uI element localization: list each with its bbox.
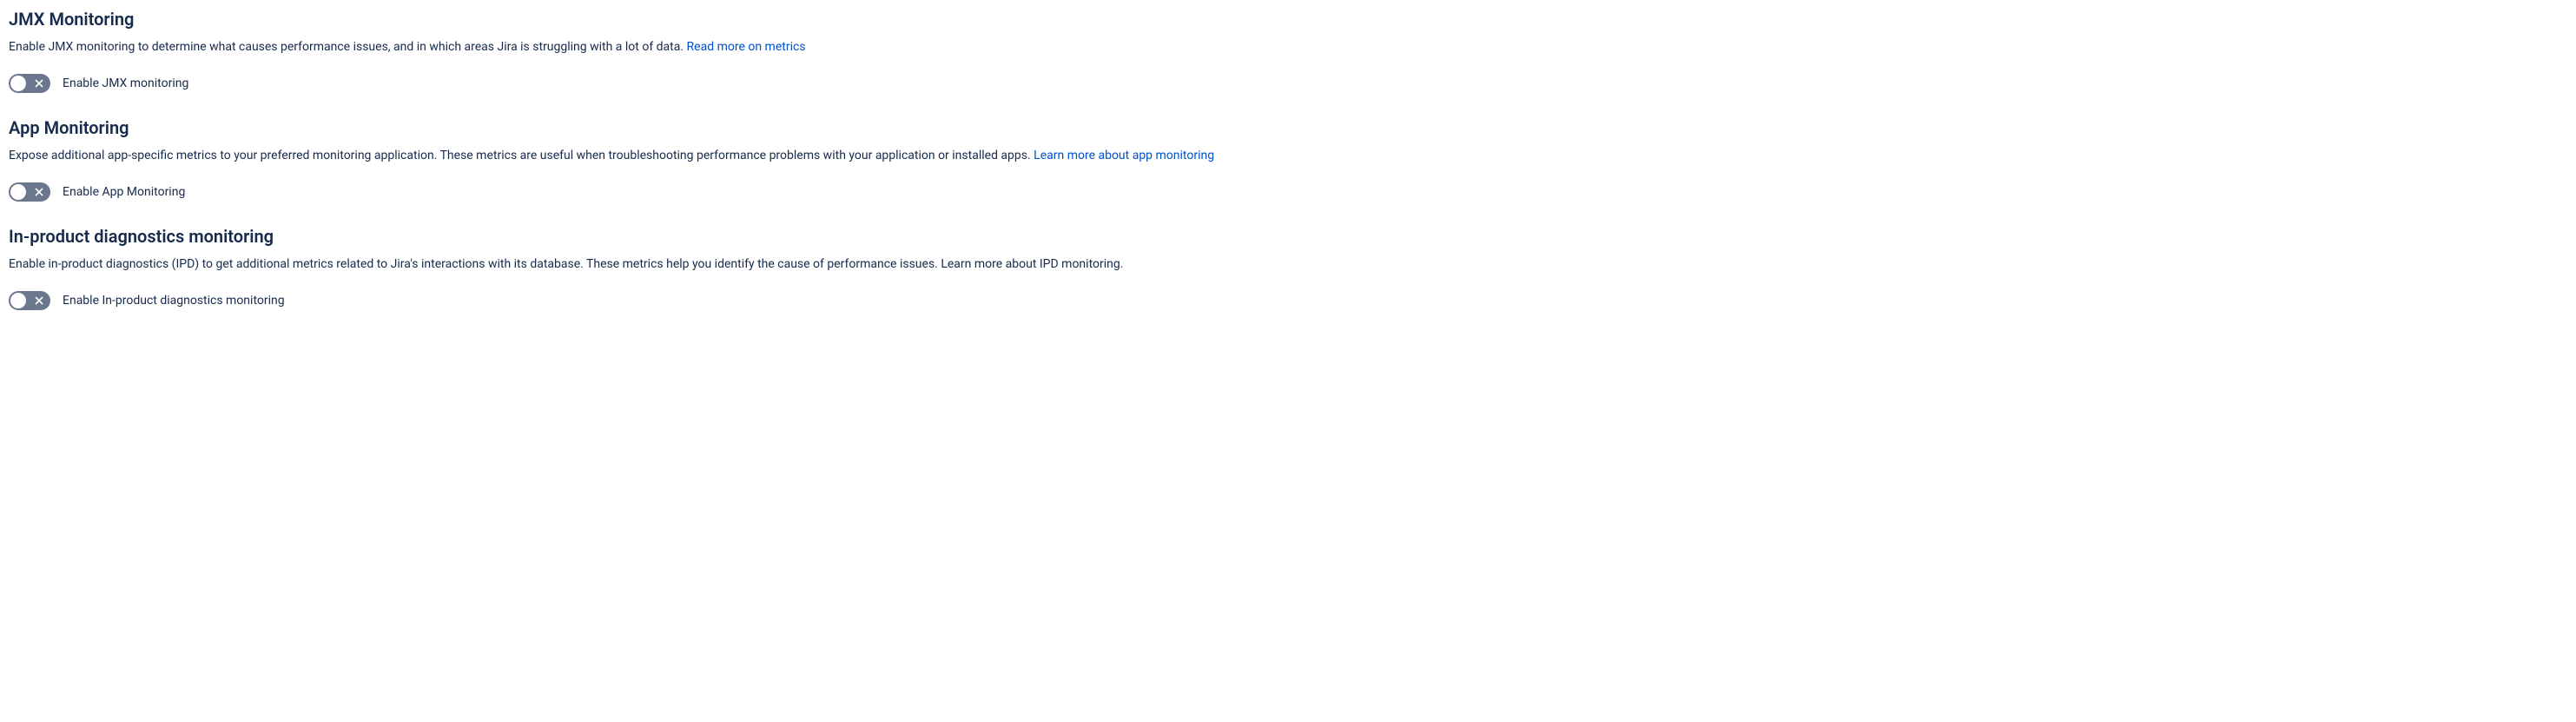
ipd-monitoring-description-text: Enable in-product diagnostics (IPD) to g… (9, 257, 1123, 271)
toggle-knob (10, 184, 26, 200)
close-icon (35, 296, 43, 305)
ipd-monitoring-section: In-product diagnostics monitoring Enable… (9, 226, 2567, 310)
enable-app-toggle[interactable] (9, 182, 50, 202)
jmx-toggle-row: Enable JMX monitoring (9, 74, 2567, 93)
read-more-metrics-link[interactable]: Read more on metrics (687, 40, 806, 54)
toggle-knob (10, 76, 26, 91)
ipd-toggle-row: Enable In-product diagnostics monitoring (9, 291, 2567, 310)
toggle-knob (10, 293, 26, 308)
app-toggle-label: Enable App Monitoring (63, 185, 185, 199)
app-monitoring-heading: App Monitoring (9, 117, 2567, 138)
jmx-monitoring-description-text: Enable JMX monitoring to determine what … (9, 40, 687, 54)
app-monitoring-description: Expose additional app-specific metrics t… (9, 147, 2567, 165)
jmx-monitoring-description: Enable JMX monitoring to determine what … (9, 38, 2567, 56)
ipd-monitoring-heading: In-product diagnostics monitoring (9, 226, 2567, 247)
app-monitoring-description-text: Expose additional app-specific metrics t… (9, 149, 1034, 162)
close-icon (35, 188, 43, 196)
jmx-toggle-label: Enable JMX monitoring (63, 76, 188, 90)
close-icon (35, 79, 43, 88)
learn-more-app-monitoring-link[interactable]: Learn more about app monitoring (1034, 149, 1214, 162)
jmx-monitoring-section: JMX Monitoring Enable JMX monitoring to … (9, 9, 2567, 93)
jmx-monitoring-heading: JMX Monitoring (9, 9, 2567, 30)
app-monitoring-section: App Monitoring Expose additional app-spe… (9, 117, 2567, 202)
enable-ipd-toggle[interactable] (9, 291, 50, 310)
ipd-toggle-label: Enable In-product diagnostics monitoring (63, 294, 285, 308)
enable-jmx-toggle[interactable] (9, 74, 50, 93)
app-toggle-row: Enable App Monitoring (9, 182, 2567, 202)
ipd-monitoring-description: Enable in-product diagnostics (IPD) to g… (9, 255, 2567, 274)
